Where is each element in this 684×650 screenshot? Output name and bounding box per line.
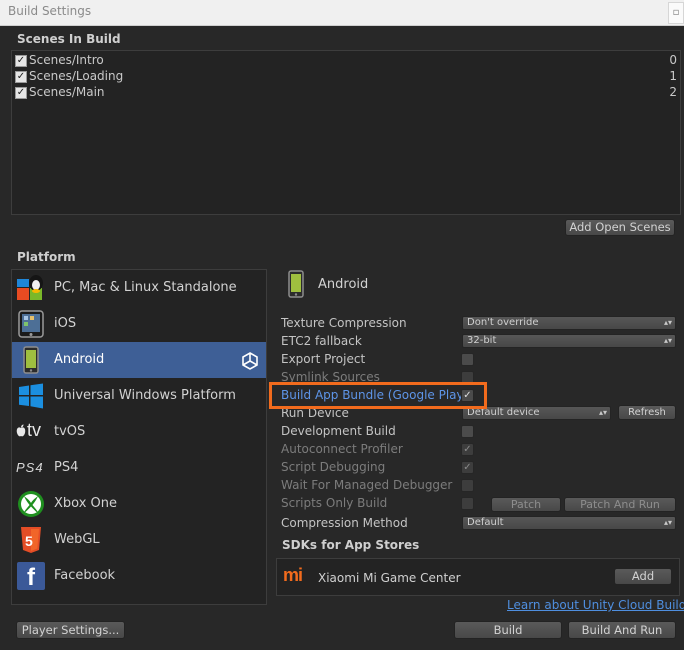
platform-item-xbox-one[interactable]: Xbox One bbox=[12, 486, 266, 522]
platform-item-android[interactable]: Android bbox=[12, 342, 266, 378]
scene-name: Scenes/Intro bbox=[29, 53, 104, 67]
platform-item-label: PS4 bbox=[54, 460, 79, 475]
xiaomi-logo-icon: mi bbox=[283, 565, 307, 588]
texture-compression-dropdown[interactable]: Don't override ▴▾ bbox=[462, 316, 676, 330]
html5-glyph: 5 bbox=[25, 533, 33, 549]
script-debugging-checkbox[interactable]: ✓ bbox=[461, 461, 474, 474]
dropdown-arrow-icon: ▴▾ bbox=[663, 336, 672, 345]
etc2-fallback-label: ETC2 fallback bbox=[281, 334, 362, 348]
dropdown-value: Default bbox=[467, 517, 504, 528]
scene-checkbox[interactable]: ✓ bbox=[15, 87, 27, 99]
platform-item-label: Xbox One bbox=[54, 496, 118, 511]
platform-item-label: iOS bbox=[54, 316, 77, 331]
script-debugging-label: Script Debugging bbox=[281, 460, 386, 474]
build-button[interactable]: Build bbox=[454, 621, 562, 639]
development-build-label: Development Build bbox=[281, 424, 396, 438]
ps4-glyph: PS4 bbox=[16, 460, 44, 475]
android-phone-icon bbox=[23, 346, 39, 374]
windows-logo-icon bbox=[19, 383, 43, 409]
scenes-heading: Scenes In Build bbox=[17, 32, 121, 46]
player-settings-button[interactable]: Player Settings... bbox=[16, 621, 125, 639]
refresh-button[interactable]: Refresh bbox=[618, 405, 676, 420]
scene-name: Scenes/Loading bbox=[29, 69, 124, 83]
autoconnect-profiler-checkbox[interactable]: ✓ bbox=[461, 443, 474, 456]
platform-item-uwp[interactable]: Universal Windows Platform bbox=[12, 378, 266, 414]
tv-glyph: tv bbox=[27, 420, 42, 440]
apple-tv-icon: tv bbox=[16, 418, 46, 446]
apple-logo-icon bbox=[16, 424, 26, 437]
scene-row[interactable]: ✓ Scenes/Main 2 bbox=[15, 85, 679, 101]
scripts-only-build-checkbox[interactable] bbox=[461, 497, 474, 510]
scene-row[interactable]: ✓ Scenes/Loading 1 bbox=[15, 69, 679, 85]
android-phone-icon bbox=[288, 270, 304, 298]
build-and-run-button[interactable]: Build And Run bbox=[568, 621, 676, 639]
dropdown-arrow-icon: ▴▾ bbox=[663, 518, 672, 527]
pc-mac-linux-icon bbox=[17, 275, 43, 300]
scene-index: 2 bbox=[669, 85, 677, 99]
export-project-label: Export Project bbox=[281, 352, 366, 366]
scene-index: 0 bbox=[669, 53, 677, 67]
window-title-bar: Build Settings ▫ bbox=[0, 0, 684, 26]
wait-managed-debugger-checkbox[interactable] bbox=[461, 479, 474, 492]
xiaomi-logo-glyph: mi bbox=[283, 565, 303, 585]
facebook-icon: f bbox=[16, 562, 46, 591]
platform-item-ios[interactable]: iOS bbox=[12, 306, 266, 342]
sdks-heading: SDKs for App Stores bbox=[282, 538, 420, 552]
texture-compression-label: Texture Compression bbox=[281, 316, 407, 330]
wait-managed-debugger-label: Wait For Managed Debugger bbox=[281, 478, 453, 492]
scene-name: Scenes/Main bbox=[29, 85, 105, 99]
platform-item-standalone[interactable]: PC, Mac & Linux Standalone bbox=[12, 270, 266, 306]
sdk-name: Xiaomi Mi Game Center bbox=[318, 571, 461, 585]
platform-heading: Platform bbox=[17, 250, 76, 264]
platform-settings-title: Android bbox=[318, 277, 369, 292]
platform-item-label: tvOS bbox=[54, 424, 86, 439]
window-title: Build Settings bbox=[8, 4, 92, 18]
scene-row[interactable]: ✓ Scenes/Intro 0 bbox=[15, 53, 679, 69]
scene-index: 1 bbox=[669, 69, 677, 83]
close-window-button[interactable]: ▫ bbox=[668, 2, 684, 24]
facebook-glyph: f bbox=[27, 564, 35, 591]
patch-and-run-button[interactable]: Patch And Run bbox=[564, 497, 676, 512]
compression-method-dropdown[interactable]: Default ▴▾ bbox=[462, 516, 676, 530]
xbox-logo-icon bbox=[18, 491, 44, 517]
dropdown-value: Don't override bbox=[467, 317, 539, 328]
platform-item-label: Universal Windows Platform bbox=[54, 388, 236, 403]
scripts-only-build-label: Scripts Only Build bbox=[281, 496, 388, 510]
dropdown-value: 32-bit bbox=[467, 335, 497, 346]
platform-item-tvos[interactable]: tv tvOS bbox=[12, 414, 266, 450]
platform-item-label: PC, Mac & Linux Standalone bbox=[54, 280, 237, 295]
platform-item-facebook[interactable]: f Facebook bbox=[12, 558, 266, 594]
etc2-fallback-dropdown[interactable]: 32-bit ▴▾ bbox=[462, 334, 676, 348]
unity-cloud-build-link[interactable]: Learn about Unity Cloud Build bbox=[507, 598, 684, 612]
development-build-checkbox[interactable] bbox=[461, 425, 474, 438]
highlight-box bbox=[269, 382, 487, 409]
unity-logo-icon bbox=[242, 352, 258, 370]
html5-icon: 5 bbox=[16, 526, 46, 554]
autoconnect-profiler-label: Autoconnect Profiler bbox=[281, 442, 403, 456]
platform-item-label: Android bbox=[54, 352, 105, 367]
sdk-list: mi Xiaomi Mi Game Center Add bbox=[276, 558, 680, 596]
compression-method-label: Compression Method bbox=[281, 516, 408, 530]
platform-item-webgl[interactable]: 5 WebGL bbox=[12, 522, 266, 558]
add-sdk-button[interactable]: Add bbox=[614, 568, 672, 585]
export-project-checkbox[interactable] bbox=[461, 353, 474, 366]
scene-checkbox[interactable]: ✓ bbox=[15, 55, 27, 67]
scenes-list[interactable]: ✓ Scenes/Intro 0 ✓ Scenes/Loading 1 ✓ Sc… bbox=[11, 50, 681, 215]
platform-item-ps4[interactable]: PS4 PS4 bbox=[12, 450, 266, 486]
ios-device-icon bbox=[18, 310, 44, 338]
patch-button[interactable]: Patch bbox=[491, 497, 561, 512]
dropdown-arrow-icon: ▴▾ bbox=[598, 408, 607, 417]
platform-item-label: Facebook bbox=[54, 568, 116, 583]
platform-item-label: WebGL bbox=[54, 532, 100, 547]
platform-list[interactable]: PC, Mac & Linux Standalone iOS Android U… bbox=[11, 269, 267, 605]
dropdown-arrow-icon: ▴▾ bbox=[663, 318, 672, 327]
ps4-logo-icon: PS4 bbox=[16, 454, 46, 482]
add-open-scenes-button[interactable]: Add Open Scenes bbox=[565, 219, 675, 236]
scene-checkbox[interactable]: ✓ bbox=[15, 71, 27, 83]
